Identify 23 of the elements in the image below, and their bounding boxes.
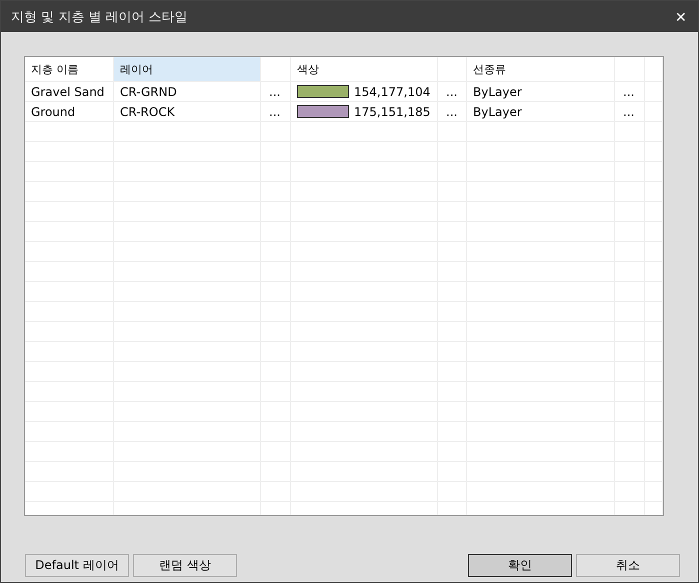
column-header[interactable]: 선종류	[467, 57, 615, 81]
dialog-button[interactable]: Default 레이어	[25, 554, 129, 577]
table-cell: 154,177,104	[354, 84, 430, 98]
dialog-button[interactable]: 취소	[576, 554, 680, 577]
browse-button[interactable]: ...	[621, 84, 636, 98]
table-cell: ByLayer	[473, 84, 522, 98]
dialog-button[interactable]: 랜덤 색상	[133, 554, 237, 577]
browse-button[interactable]: ...	[621, 104, 636, 118]
table-cell: CR-ROCK	[120, 104, 175, 118]
browse-button[interactable]: ...	[267, 104, 282, 118]
browse-button[interactable]: ...	[444, 104, 460, 118]
table-cell: Ground	[31, 104, 76, 118]
dialog-button[interactable]: 확인	[468, 554, 572, 577]
window-title: 지형 및 지층 별 레이어 스타일	[11, 8, 188, 26]
table-cell: ByLayer	[473, 104, 522, 118]
column-header[interactable]: 레이어	[114, 57, 261, 81]
table-cell: 175,151,185	[354, 104, 430, 118]
table-cell: Gravel Sand	[31, 84, 104, 98]
browse-button[interactable]: ...	[444, 84, 460, 98]
browse-button[interactable]: ...	[267, 84, 282, 98]
column-header[interactable]: 색상	[291, 57, 438, 81]
close-button[interactable]: ✕	[664, 1, 698, 32]
table-cell: CR-GRND	[120, 84, 177, 98]
